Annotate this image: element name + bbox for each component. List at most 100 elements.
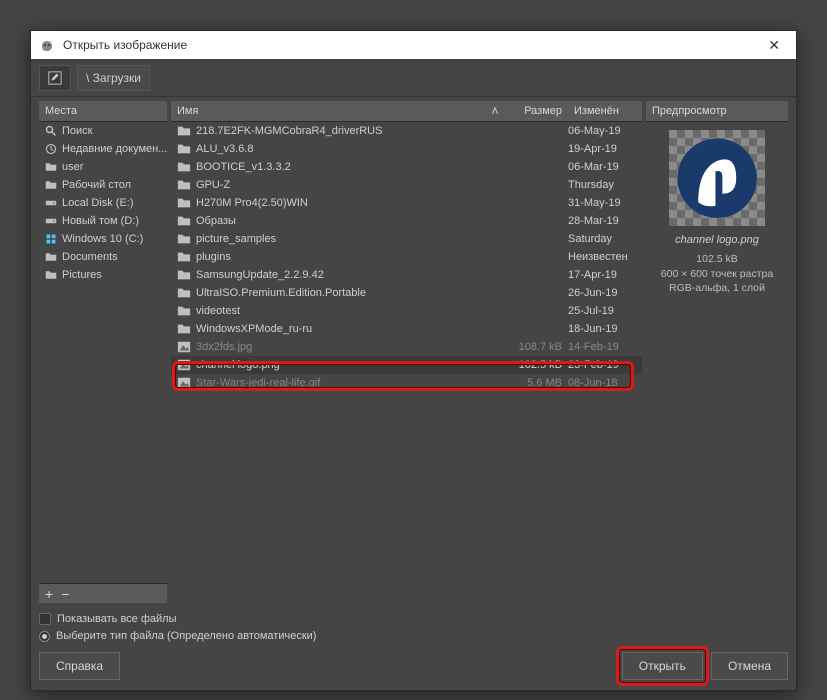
file-row[interactable]: channel logo.png102.5 kB23-Feb-19: [171, 356, 642, 374]
places-item-label: Windows 10 (C:): [62, 233, 143, 245]
file-name: videotest: [196, 305, 504, 317]
file-name: WindowsXPMode_ru-ru: [196, 323, 504, 335]
add-place-button[interactable]: +: [45, 586, 53, 602]
open-image-dialog: Открыть изображение ✕ \ Загрузки Места П…: [30, 30, 797, 691]
image-icon: [177, 340, 191, 354]
bottom-area: Показывать все файлы Выберите тип файла …: [31, 607, 796, 690]
preview-filename: channel logo.png: [675, 234, 759, 246]
file-name: SamsungUpdate_2.2.9.42: [196, 269, 504, 281]
file-name: picture_samples: [196, 233, 504, 245]
titlebar: Открыть изображение ✕: [31, 31, 796, 59]
files-panel: Имя ᐱ Размер Изменён 218.7E2FK-MGMCobraR…: [171, 101, 642, 603]
file-name: channel logo.png: [196, 359, 504, 371]
path-segment[interactable]: \ Загрузки: [77, 65, 150, 91]
folder-icon: [177, 124, 191, 138]
wilber-icon: [39, 37, 55, 53]
image-icon: [177, 376, 191, 390]
folder-icon: [177, 178, 191, 192]
file-date: 06-Mar-19: [568, 161, 642, 173]
file-date: 08-Jun-18: [568, 377, 642, 389]
file-row[interactable]: picture_samplesSaturday: [171, 230, 642, 248]
col-size[interactable]: Размер: [504, 101, 568, 121]
file-name: ALU_v3.6.8: [196, 143, 504, 155]
file-name: UltraISO.Premium.Edition.Portable: [196, 287, 504, 299]
places-item[interactable]: Рабочий стол: [39, 176, 167, 194]
close-button[interactable]: ✕: [760, 37, 788, 54]
file-name: BOOTICE_v1.3.3.2: [196, 161, 504, 173]
path-toolbar: \ Загрузки: [31, 59, 796, 97]
win-icon: [45, 233, 57, 245]
places-item[interactable]: Windows 10 (C:): [39, 230, 167, 248]
file-row[interactable]: 3dx2fds.jpg108.7 kB14-Feb-19: [171, 338, 642, 356]
places-item[interactable]: Documents: [39, 248, 167, 266]
col-date[interactable]: Изменён: [568, 101, 642, 121]
file-row[interactable]: SamsungUpdate_2.2.9.42 17-Apr-19: [171, 266, 642, 284]
file-row[interactable]: BOOTICE_v1.3.3.2 06-Mar-19: [171, 158, 642, 176]
file-row[interactable]: 218.7E2FK-MGMCobraR4_driverRUS06-May-19: [171, 122, 642, 140]
places-item[interactable]: user: [39, 158, 167, 176]
preview-body: channel logo.png 102.5 kB 600 × 600 точе…: [646, 122, 788, 603]
file-date: 31-May-19: [568, 197, 642, 209]
file-date: 14-Feb-19: [568, 341, 642, 353]
folder-icon: [45, 251, 57, 263]
places-item-label: Local Disk (E:): [62, 197, 134, 209]
folder-icon: [45, 179, 57, 191]
help-button[interactable]: Справка: [39, 652, 120, 680]
image-icon: [177, 358, 191, 372]
places-panel: Места Поиск Недавние докумен...userРабочи…: [39, 101, 167, 603]
places-item[interactable]: Новый том (D:): [39, 212, 167, 230]
folder-icon: [177, 232, 191, 246]
folder-icon: [177, 160, 191, 174]
file-row[interactable]: H270M Pro4(2.50)WIN31-May-19: [171, 194, 642, 212]
search-icon: [45, 125, 57, 137]
file-date: 28-Mar-19: [568, 215, 642, 227]
disk-icon: [45, 197, 57, 209]
folder-icon: [177, 322, 191, 336]
file-type-option[interactable]: Выберите тип файла (Определено автоматич…: [39, 630, 788, 642]
file-date: 17-Apr-19: [568, 269, 642, 281]
file-row[interactable]: GPU-ZThursday: [171, 176, 642, 194]
file-row[interactable]: pluginsНеизвестен: [171, 248, 642, 266]
preview-header: Предпросмотр: [646, 101, 788, 122]
file-date: 18-Jun-19: [568, 323, 642, 335]
edit-path-button[interactable]: [39, 65, 71, 91]
file-date: Thursday: [568, 179, 642, 191]
main-area: Места Поиск Недавние докумен...userРабочи…: [31, 97, 796, 607]
button-row: Справка Открыть Отмена: [39, 652, 788, 680]
file-name: plugins: [196, 251, 504, 263]
remove-place-button[interactable]: −: [61, 586, 69, 602]
file-date: 19-Apr-19: [568, 143, 642, 155]
preview-size: 102.5 kB: [696, 252, 737, 267]
file-size: 5.6 MB: [504, 377, 568, 389]
places-item[interactable]: Local Disk (E:): [39, 194, 167, 212]
places-item[interactable]: Pictures: [39, 266, 167, 284]
files-header: Имя ᐱ Размер Изменён: [171, 101, 642, 122]
col-name[interactable]: Имя ᐱ: [171, 101, 504, 121]
folder-icon: [177, 250, 191, 264]
places-item[interactable]: Поиск: [39, 122, 167, 140]
places-list: Поиск Недавние докумен...userРабочий стол…: [39, 122, 167, 583]
file-name: 218.7E2FK-MGMCobraR4_driverRUS: [196, 125, 504, 137]
file-name: Образы: [196, 215, 504, 227]
places-header[interactable]: Места: [39, 101, 167, 122]
folder-icon: [177, 286, 191, 300]
file-row[interactable]: UltraISO.Premium.Edition.Portable26-Jun-…: [171, 284, 642, 302]
places-item[interactable]: Недавние докумен...: [39, 140, 167, 158]
places-item-label: Поиск: [62, 125, 92, 137]
file-row[interactable]: Star-Wars-jedi-real-life.gif5.6 MB08-Jun…: [171, 374, 642, 392]
folder-icon: [177, 268, 191, 282]
file-date: 23-Feb-19: [568, 359, 642, 371]
file-row[interactable]: WindowsXPMode_ru-ru 18-Jun-19: [171, 320, 642, 338]
open-button[interactable]: Открыть: [622, 652, 703, 680]
cancel-button[interactable]: Отмена: [711, 652, 788, 680]
file-row[interactable]: videotest25-Jul-19: [171, 302, 642, 320]
radio-icon: [39, 631, 50, 642]
folder-icon: [177, 304, 191, 318]
folder-icon: [177, 214, 191, 228]
file-name: 3dx2fds.jpg: [196, 341, 504, 353]
places-footer: + −: [39, 583, 167, 603]
file-list: 218.7E2FK-MGMCobraR4_driverRUS06-May-19A…: [171, 122, 642, 603]
file-row[interactable]: ALU_v3.6.8 19-Apr-19: [171, 140, 642, 158]
show-all-files-option[interactable]: Показывать все файлы: [39, 613, 788, 625]
file-row[interactable]: Образы 28-Mar-19: [171, 212, 642, 230]
